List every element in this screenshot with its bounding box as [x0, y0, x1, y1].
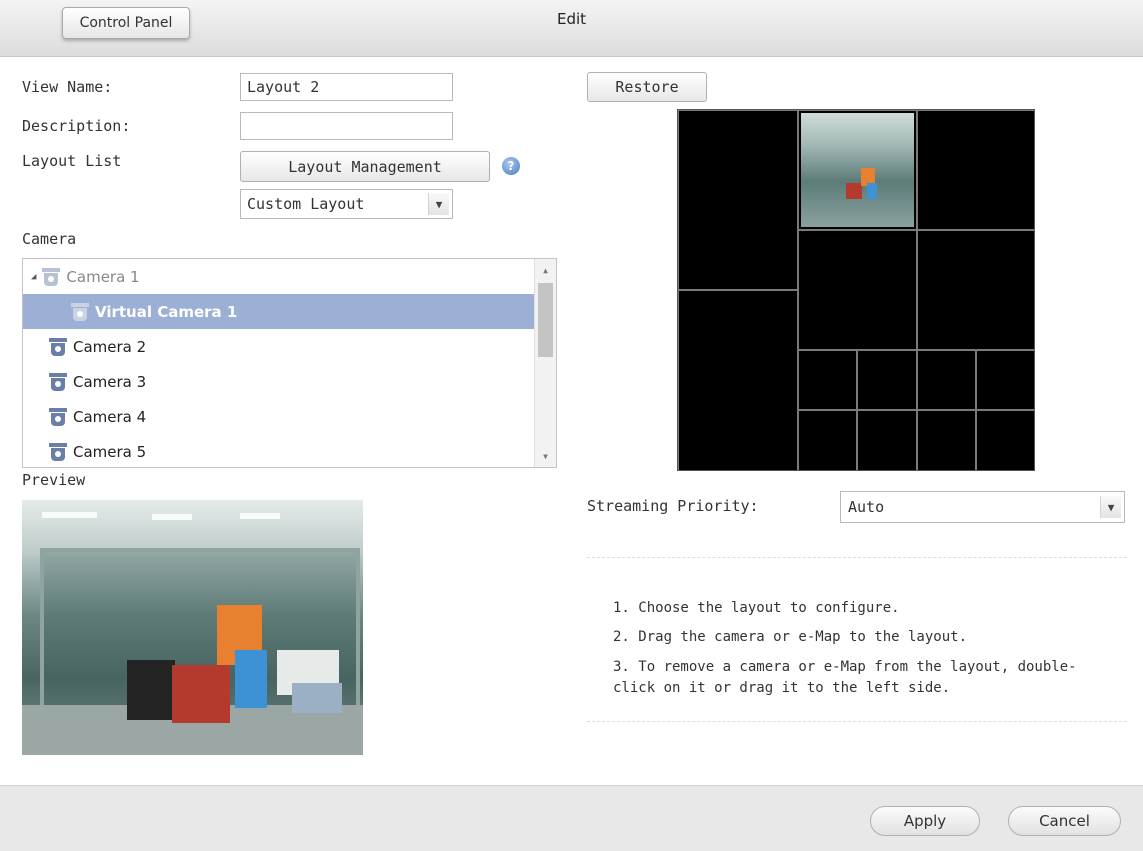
layout-select-value: Custom Layout: [247, 195, 365, 213]
layout-grid[interactable]: [677, 109, 1035, 471]
tree-item-camera-5[interactable]: Camera 5: [23, 434, 537, 467]
dialog-title: Edit: [556, 10, 587, 28]
tree-item-camera-3[interactable]: Camera 3: [23, 364, 537, 399]
view-name-input[interactable]: Layout 2: [240, 73, 453, 101]
chevron-down-icon[interactable]: ▼: [1100, 496, 1121, 518]
layout-cell[interactable]: [858, 411, 916, 470]
tree-item-label: Virtual Camera 1: [95, 302, 238, 321]
tree-item-label: Camera 1: [66, 267, 140, 286]
preview-label: Preview: [22, 471, 86, 489]
instruction-2: 2. Drag the camera or e-Map to the layou…: [613, 629, 968, 645]
title-bar: Control Panel Edit: [0, 0, 1143, 57]
layout-cell[interactable]: [679, 111, 797, 289]
expand-triangle-icon[interactable]: ◢: [31, 272, 36, 282]
tree-item-camera-1[interactable]: ◢ Camera 1: [23, 259, 543, 294]
divider: [587, 721, 1127, 722]
instruction-3: 3. To remove a camera or e-Map from the …: [613, 659, 1077, 696]
layout-cell[interactable]: [977, 351, 1034, 409]
layout-cell[interactable]: [918, 411, 975, 470]
camera-preview-image: [22, 500, 363, 755]
layout-cell[interactable]: [918, 111, 1034, 229]
layout-cell-assigned[interactable]: [799, 111, 916, 229]
instruction-1: 1. Choose the layout to configure.: [613, 600, 900, 616]
streaming-priority-select[interactable]: Auto ▼: [840, 491, 1125, 523]
tree-item-label: Camera 2: [73, 337, 147, 356]
divider: [587, 557, 1127, 558]
tree-item-label: Camera 5: [73, 442, 147, 461]
layout-cell[interactable]: [918, 231, 1034, 349]
tree-item-camera-4[interactable]: Camera 4: [23, 399, 537, 434]
chevron-down-icon[interactable]: ▼: [428, 193, 449, 215]
cancel-button[interactable]: Cancel: [1008, 806, 1121, 836]
camera-icon: [49, 407, 67, 426]
layout-cell[interactable]: [977, 411, 1034, 470]
camera-icon: [49, 337, 67, 356]
scroll-down-icon[interactable]: ▼: [535, 447, 556, 465]
tree-item-label: Camera 3: [73, 372, 147, 391]
layout-cell[interactable]: [799, 351, 856, 409]
layout-cell[interactable]: [679, 291, 797, 470]
tree-item-label: Camera 4: [73, 407, 147, 426]
camera-icon: [71, 302, 89, 321]
layout-cell[interactable]: [799, 231, 916, 349]
streaming-priority-label: Streaming Priority:: [587, 497, 759, 515]
layout-list-label: Layout List: [22, 152, 122, 170]
help-icon[interactable]: ?: [502, 157, 520, 175]
apply-button[interactable]: Apply: [870, 806, 980, 836]
scrollbar-thumb[interactable]: [538, 283, 553, 357]
layout-cell[interactable]: [858, 351, 916, 409]
streaming-priority-value: Auto: [848, 498, 885, 516]
layout-cell[interactable]: [799, 411, 856, 470]
layout-select[interactable]: Custom Layout ▼: [240, 189, 453, 219]
camera-label: Camera: [22, 230, 77, 248]
tree-item-camera-2[interactable]: Camera 2: [23, 329, 537, 364]
camera-icon: [49, 442, 67, 461]
layout-cell[interactable]: [918, 351, 975, 409]
description-input[interactable]: [240, 112, 453, 140]
view-name-label: View Name:: [22, 78, 113, 96]
camera-tree[interactable]: ◢ Camera 1 Virtual Camera 1 Camera 2 Cam…: [22, 258, 557, 468]
camera-thumbnail: [801, 113, 914, 227]
scroll-up-icon[interactable]: ▲: [535, 261, 556, 279]
tree-item-virtual-camera-1[interactable]: Virtual Camera 1: [23, 294, 537, 329]
camera-icon: [42, 267, 61, 286]
tree-scrollbar[interactable]: ▲ ▼: [534, 259, 556, 467]
camera-icon: [49, 372, 67, 391]
layout-management-button[interactable]: Layout Management: [240, 151, 490, 182]
description-label: Description:: [22, 117, 131, 135]
restore-button[interactable]: Restore: [587, 72, 707, 102]
